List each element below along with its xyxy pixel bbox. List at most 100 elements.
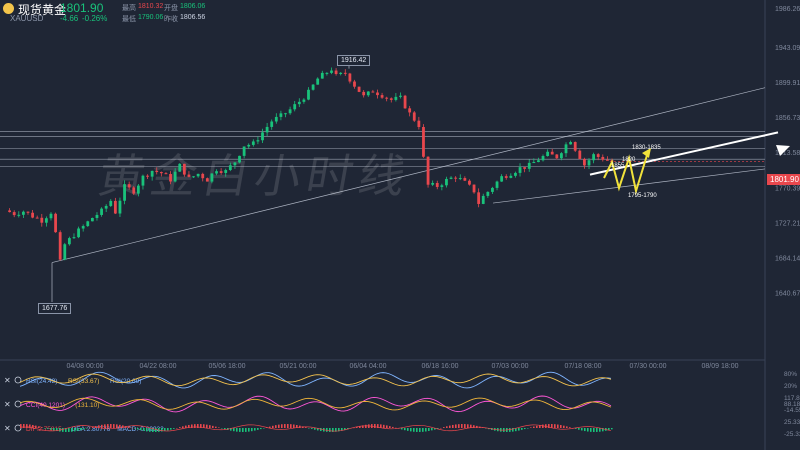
candle-body <box>261 132 264 141</box>
candle-body <box>403 95 407 109</box>
candle-body <box>150 170 154 177</box>
indicator-axis-label: 20% <box>784 383 797 390</box>
macd-bar <box>134 428 136 429</box>
macd-bar <box>428 428 430 431</box>
candle-body <box>546 151 550 157</box>
candle-body <box>307 89 310 100</box>
macd-bar <box>287 424 289 428</box>
macd-bar <box>101 424 103 428</box>
macd-bar <box>392 426 394 428</box>
candle-body <box>334 70 338 75</box>
macd-bar <box>254 428 256 431</box>
y-tick-label: 1856.73 <box>775 115 800 122</box>
macd-bar <box>404 428 406 431</box>
macd-bar <box>239 428 241 432</box>
candle-body <box>472 184 476 193</box>
candle-body <box>592 154 596 161</box>
indicator-panel: ✕ RSI(24.42) RSI(33.67) RSI(20.69)80%20% <box>4 371 797 390</box>
macd-bar <box>527 428 529 429</box>
candle-body <box>578 150 582 159</box>
macd-bar <box>386 425 388 428</box>
macd-bar <box>596 428 598 432</box>
macd-bar <box>116 424 118 428</box>
candle-body <box>136 185 140 194</box>
y-tick-label: 1899.91 <box>775 80 800 87</box>
macd-bar <box>587 428 589 432</box>
candle-body <box>17 214 21 216</box>
candle-body <box>523 167 527 169</box>
close-icon[interactable]: ✕ <box>4 400 11 409</box>
macd-bar <box>86 428 88 429</box>
macd-bar <box>422 428 424 432</box>
candle-body <box>564 144 568 154</box>
forecast-label: 1855 <box>611 163 625 169</box>
candle-body <box>514 172 517 176</box>
candle-body <box>12 212 16 216</box>
close-icon[interactable]: ✕ <box>4 424 11 433</box>
candle-body <box>458 178 462 180</box>
candle-body <box>468 180 471 185</box>
candle-body <box>445 178 448 186</box>
candle-body <box>537 160 540 163</box>
macd-bar <box>458 424 460 428</box>
candle-body <box>219 171 223 173</box>
x-tick-label: 06/18 16:00 <box>422 363 459 370</box>
candle-body <box>500 176 504 182</box>
macd-bar <box>590 428 592 432</box>
macd-bar <box>140 428 142 431</box>
macd-bar <box>53 428 55 431</box>
macd-bar <box>449 425 451 428</box>
macd-bar <box>446 426 448 428</box>
macd-bar <box>71 428 73 432</box>
candle-body <box>316 78 320 85</box>
close-icon[interactable]: ✕ <box>4 376 11 385</box>
macd-bar <box>314 428 316 430</box>
macd-bar <box>578 428 580 430</box>
x-tick-label: 07/30 00:00 <box>630 363 667 370</box>
macd-bar <box>521 428 523 430</box>
current-price-tag: 1801.90 <box>767 174 800 185</box>
candle-body <box>320 72 324 79</box>
candle-body <box>109 200 113 206</box>
macd-bar <box>284 424 286 428</box>
candle-body <box>435 182 439 187</box>
candle-body <box>205 178 209 182</box>
macd-bar <box>83 428 85 430</box>
candle-body <box>86 221 90 227</box>
macd-bar <box>533 426 535 428</box>
macd-bar <box>431 428 433 431</box>
candle-body <box>440 185 444 187</box>
price-chart[interactable]: 1986.261943.091899.911856.731813.581770.… <box>0 0 800 450</box>
candle-body <box>72 237 76 239</box>
macd-bar <box>113 424 115 428</box>
macd-bar <box>206 424 208 428</box>
macd-bar <box>383 424 385 428</box>
macd-bar <box>92 426 94 428</box>
candle-body <box>67 238 71 245</box>
candle-body <box>596 154 600 157</box>
macd-bar <box>179 427 181 428</box>
candle-body <box>486 191 490 196</box>
forecast-label: 1830-1835 <box>632 145 661 151</box>
macd-bar <box>581 428 583 431</box>
candle-body <box>187 174 191 177</box>
macd-bar <box>167 428 169 431</box>
indicator-panel: ✕CCI(40.1201)(131.10)117.81188.1834-14.5… <box>4 395 800 414</box>
candle-body <box>8 210 11 213</box>
macd-bar <box>260 428 262 430</box>
macd-bar <box>68 428 70 432</box>
candle-body <box>417 120 421 128</box>
macd-bar <box>236 428 238 432</box>
macd-bar <box>89 427 91 429</box>
candle-body <box>63 244 67 260</box>
candle-body <box>297 101 301 105</box>
macd-bar <box>62 428 64 432</box>
candle-body <box>95 214 99 218</box>
candle-body <box>606 159 609 161</box>
candle-body <box>58 232 62 260</box>
candle-body <box>192 176 195 178</box>
macd-bar <box>245 428 247 432</box>
macd-bar <box>560 425 562 428</box>
x-tick-label: 07/18 08:00 <box>565 363 602 370</box>
candle-body <box>100 208 103 215</box>
